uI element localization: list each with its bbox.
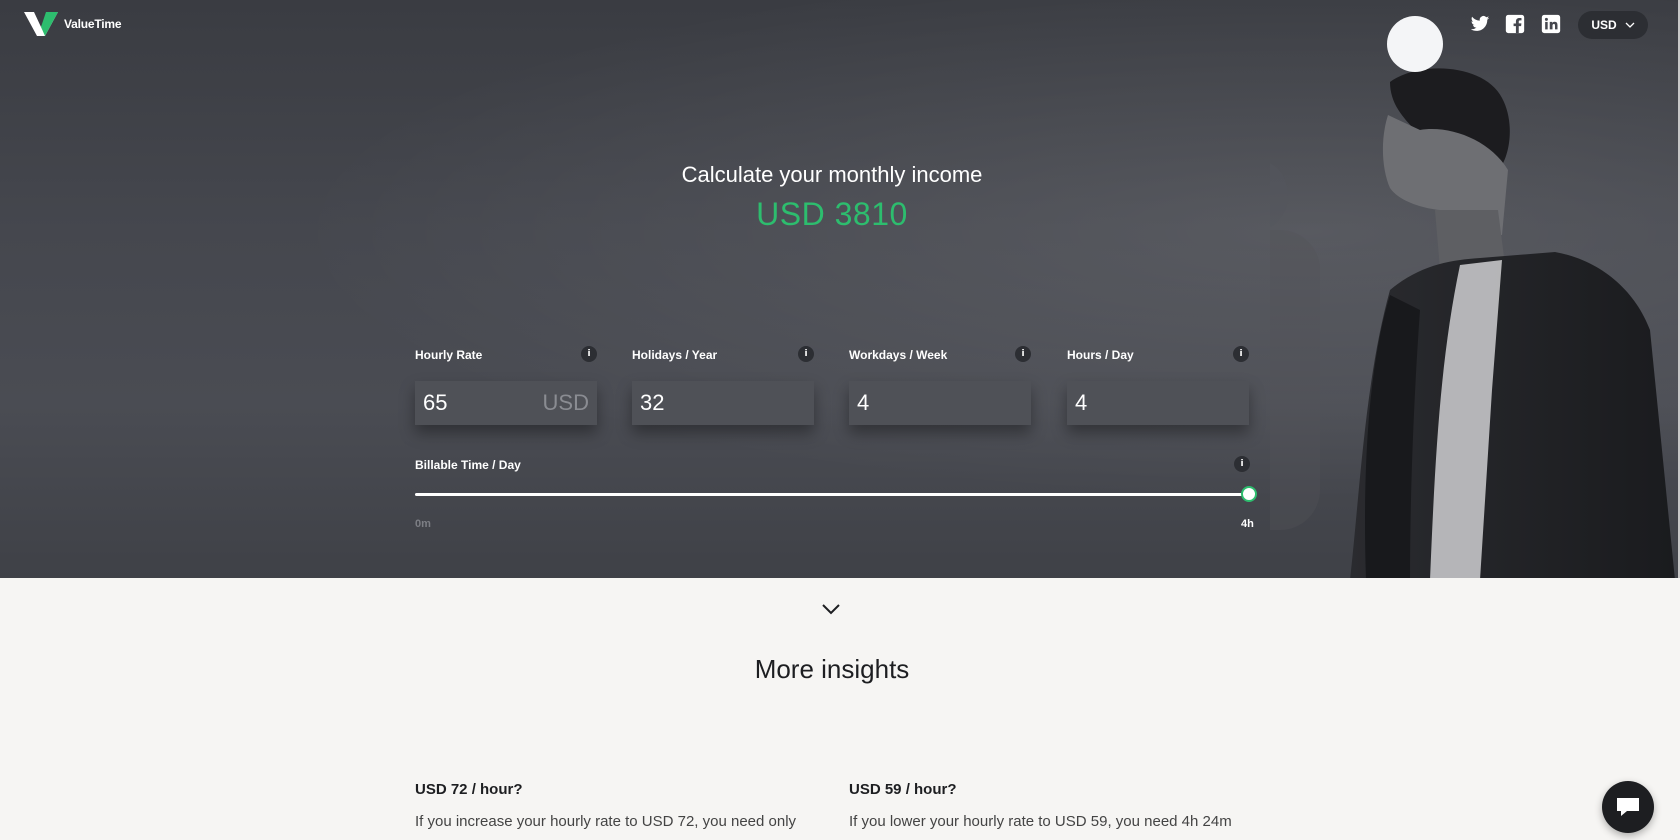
info-icon[interactable]: i	[1233, 346, 1249, 362]
hero-section: ValueTime USD Calculate your monthly inc…	[0, 0, 1678, 578]
currency-select[interactable]: USD	[1578, 11, 1648, 39]
brand-logo[interactable]: ValueTime	[24, 12, 122, 36]
insight-title: USD 72 / hour?	[415, 781, 523, 798]
facebook-link[interactable]	[1504, 13, 1526, 35]
hours-per-day-input[interactable]: 4	[1067, 381, 1249, 425]
field-label: Holidays / Year	[632, 348, 718, 362]
input-value: 32	[640, 390, 665, 415]
insight-text: If you increase your hourly rate to USD …	[415, 813, 797, 830]
chevron-down-icon	[1625, 22, 1635, 28]
chat-bubble-icon	[1617, 798, 1639, 816]
brand-name: ValueTime	[64, 17, 122, 31]
hero-photo	[1270, 68, 1675, 578]
info-icon[interactable]: i	[798, 346, 814, 362]
insight-text: If you lower your hourly rate to USD 59,…	[849, 813, 1232, 830]
holidays-per-year-input[interactable]: 32	[632, 381, 814, 425]
billable-time-label: Billable Time / Day	[415, 458, 521, 472]
currency-value: USD	[1591, 18, 1617, 32]
slider-max-label: 4h	[1241, 518, 1254, 530]
avatar[interactable]	[1387, 16, 1443, 72]
input-value: 4	[1075, 390, 1088, 415]
field-label: Hourly Rate	[415, 348, 483, 362]
billable-time-slider-track[interactable]	[415, 493, 1249, 496]
valuetime-logo-icon	[24, 12, 58, 36]
monthly-income-amount: USD 3810	[756, 196, 908, 232]
currency-unit: USD	[542, 390, 589, 415]
input-value: 65	[423, 390, 448, 415]
chat-button[interactable]	[1602, 781, 1654, 833]
info-icon[interactable]: i	[1015, 346, 1031, 362]
input-value: 4	[857, 390, 870, 415]
scroll-down-chevron-icon[interactable]	[820, 602, 842, 616]
linkedin-icon	[1541, 14, 1561, 34]
twitter-link[interactable]	[1469, 13, 1491, 35]
more-insights-heading: More insights	[754, 654, 910, 684]
info-icon[interactable]: i	[581, 346, 597, 362]
workdays-per-week-input[interactable]: 4	[849, 381, 1031, 425]
billable-time-slider-handle[interactable]	[1241, 486, 1257, 502]
field-label: Workdays / Week	[849, 348, 948, 362]
linkedin-link[interactable]	[1540, 13, 1562, 35]
insight-title: USD 59 / hour?	[849, 781, 957, 798]
hourly-rate-input[interactable]: 65 USD	[415, 381, 597, 425]
slider-min-label: 0m	[415, 518, 431, 530]
field-label: Hours / Day	[1067, 348, 1134, 362]
facebook-icon	[1505, 14, 1525, 34]
hero-title: Calculate your monthly income	[681, 162, 983, 187]
twitter-icon	[1470, 16, 1490, 31]
info-icon[interactable]: i	[1234, 456, 1250, 472]
